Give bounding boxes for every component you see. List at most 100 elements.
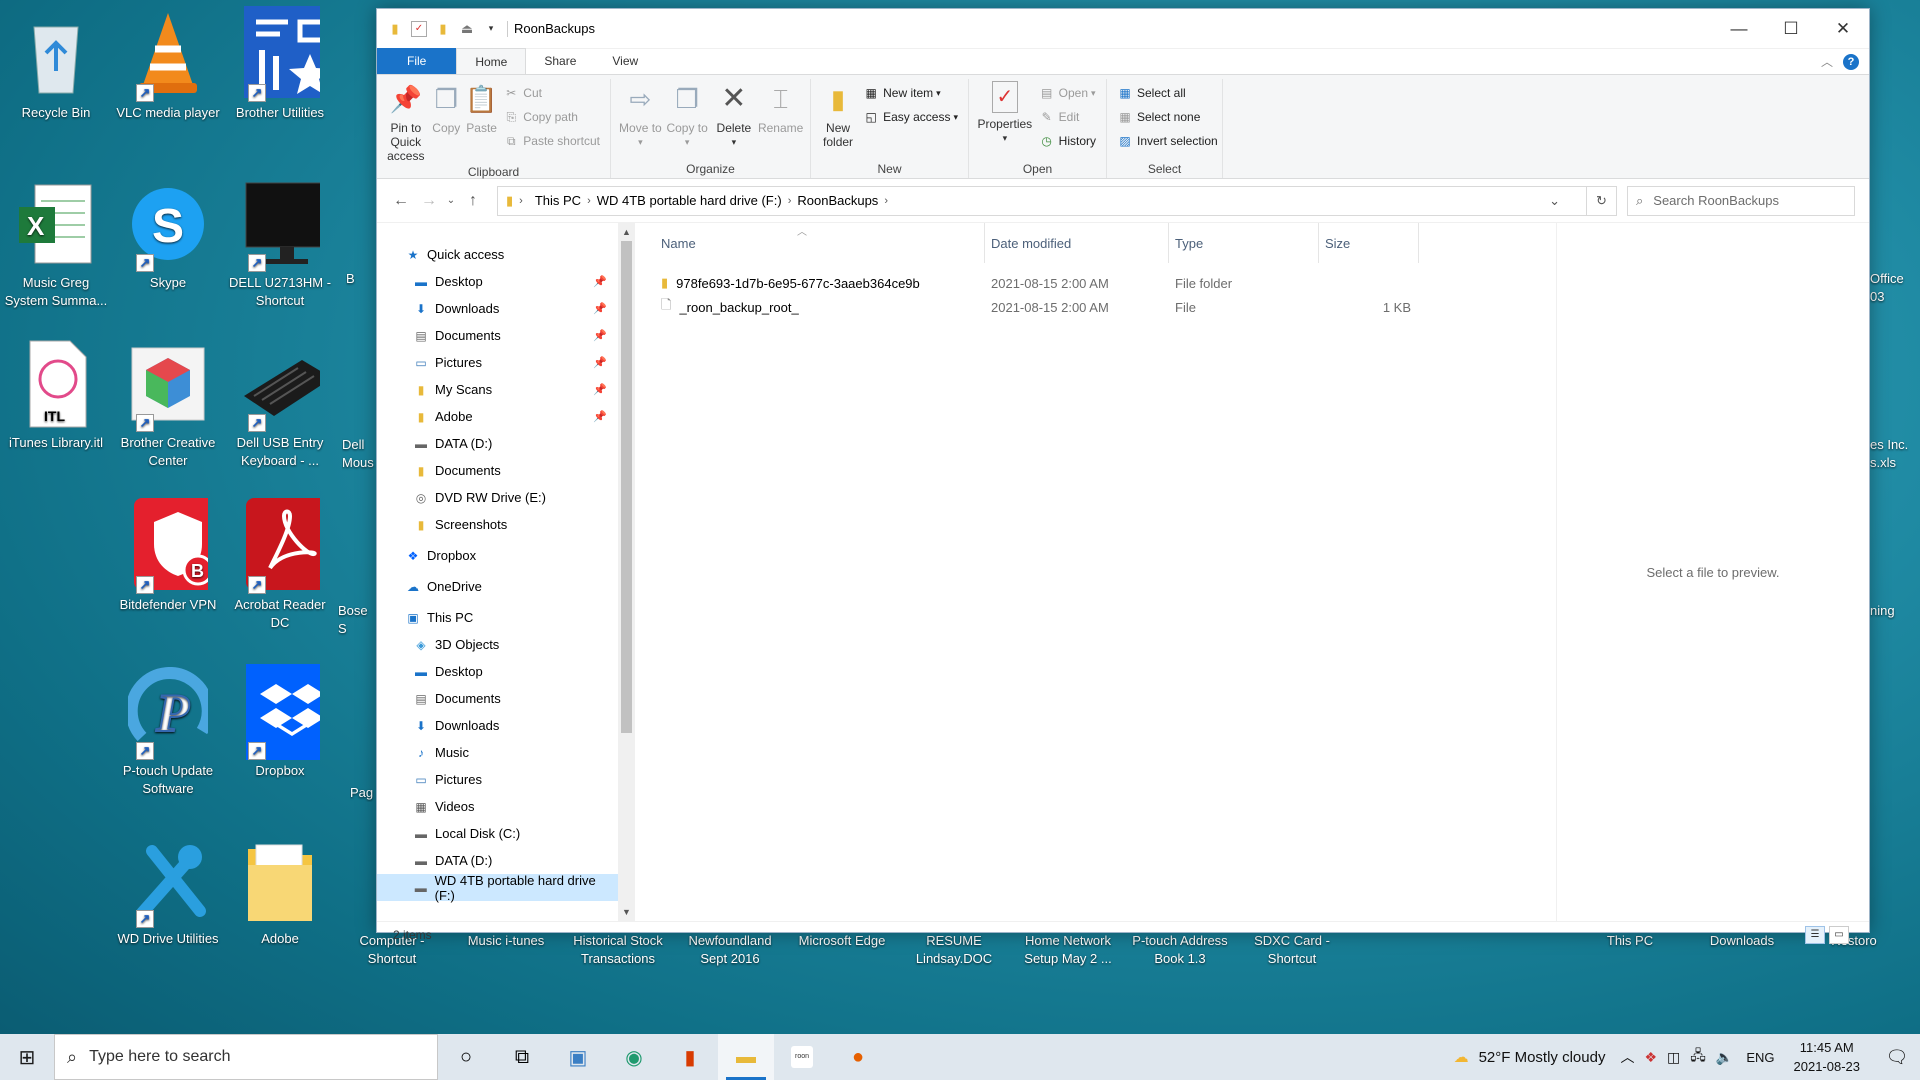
column-date-modified[interactable]: Date modified: [985, 223, 1169, 263]
nav-item[interactable]: ▭ Pictures: [377, 766, 635, 793]
easy-access-button[interactable]: ◱ Easy access ▾: [863, 107, 958, 127]
nav-item[interactable]: ☁ OneDrive: [377, 573, 635, 600]
desktop-icon-recycle-bin[interactable]: Recycle Bin: [0, 6, 112, 122]
nav-item[interactable]: ▣ This PC: [377, 604, 635, 631]
notification-icon[interactable]: 🗨: [1874, 1047, 1920, 1068]
security-icon[interactable]: ❖: [1644, 1049, 1657, 1066]
invert-selection-button[interactable]: ▨ Invert selection: [1117, 131, 1217, 151]
weather-text[interactable]: 52°F Mostly cloudy: [1479, 1049, 1606, 1066]
pin-quick-access-button[interactable]: 📌 Pin to Quick access: [383, 79, 429, 163]
chevron-right-icon[interactable]: ›: [587, 195, 591, 207]
camera-icon[interactable]: ◫: [1667, 1049, 1680, 1066]
scrollbar-thumb[interactable]: [621, 241, 632, 733]
nav-item[interactable]: ⬇ Downloads: [377, 712, 635, 739]
chevron-right-icon[interactable]: ›: [884, 195, 888, 207]
copy-path-button[interactable]: ⎘ Copy path: [503, 107, 600, 127]
file-list[interactable]: ︿ Name Date modified Type Size ▮ 978fe693…: [635, 223, 1557, 921]
details-view-button[interactable]: ☰: [1805, 926, 1825, 944]
close-button[interactable]: ✕: [1817, 9, 1869, 49]
breadcrumb[interactable]: ▮ › This PC › WD 4TB portable hard drive…: [497, 185, 1587, 216]
refresh-button[interactable]: ↻: [1587, 185, 1617, 216]
delete-button[interactable]: ✕ Delete ▾: [711, 79, 758, 149]
minimize-button[interactable]: —: [1713, 9, 1765, 49]
chevron-down-icon[interactable]: ▾: [483, 21, 499, 37]
select-none-button[interactable]: ▦ Select none: [1117, 107, 1218, 127]
pin-icon[interactable]: 📌: [593, 356, 607, 369]
desktop-icon-adobe-folder[interactable]: Adobe: [224, 832, 336, 948]
desktop-partial-label[interactable]: ning: [1870, 602, 1920, 620]
taskbar-app-network[interactable]: ▣: [550, 1034, 606, 1080]
nav-item[interactable]: ▦ Videos: [377, 793, 635, 820]
collapse-ribbon-icon[interactable]: ︿: [1821, 53, 1833, 70]
desktop-icon-dell-monitor[interactable]: ↗ DELL U2713HM - Shortcut: [224, 176, 336, 310]
copy-button[interactable]: ❐ Copy: [429, 79, 464, 135]
column-type[interactable]: Type: [1169, 223, 1319, 263]
paste-shortcut-button[interactable]: ⧉ Paste shortcut: [503, 131, 600, 151]
nav-item[interactable]: ▮ Screenshots: [377, 511, 635, 538]
maximize-button[interactable]: ☐: [1765, 9, 1817, 49]
cortana-button[interactable]: ○: [438, 1034, 494, 1080]
desktop-partial-label[interactable]: B: [346, 270, 376, 288]
taskbar-search-input[interactable]: ⌕ Type here to search: [54, 1034, 438, 1080]
back-button[interactable]: ←: [387, 187, 415, 215]
eject-icon[interactable]: ⏏: [459, 21, 475, 37]
copy-to-button[interactable]: ❐ Copy to ▾: [664, 79, 711, 149]
desktop-partial-label[interactable]: es Inc. s.xls: [1870, 436, 1920, 472]
nav-item[interactable]: ▬ Desktop: [377, 658, 635, 685]
rename-button[interactable]: ⌶ Rename: [757, 79, 804, 135]
taskbar-app-roon[interactable]: roon: [774, 1034, 830, 1080]
nav-item[interactable]: ▬ DATA (D:): [377, 430, 635, 457]
cut-button[interactable]: ✂ Cut: [503, 83, 600, 103]
desktop-icon-vlc[interactable]: ↗ VLC media player: [112, 6, 224, 122]
chevron-right-icon[interactable]: ›: [519, 195, 523, 207]
edit-button[interactable]: ✎ Edit: [1039, 107, 1096, 127]
navigation-pane[interactable]: ★ Quick access ▬ Desktop 📌 ⬇ Downloads 📌 ▤ Docume…: [377, 223, 635, 921]
new-item-button[interactable]: ▦ New item ▾: [863, 83, 958, 103]
desktop-partial-label[interactable]: Dell Mous: [342, 436, 376, 472]
desktop-icon-wd-drive-utilities[interactable]: ↗ WD Drive Utilities: [112, 832, 224, 948]
taskbar-app-firefox[interactable]: ●: [830, 1034, 886, 1080]
new-folder-quick-icon[interactable]: ▮: [435, 21, 451, 37]
task-view-button[interactable]: ⧉: [494, 1034, 550, 1080]
properties-button[interactable]: ✓ Properties ▾: [975, 79, 1035, 145]
taskbar-app-file-explorer[interactable]: ▬: [718, 1034, 774, 1080]
nav-item[interactable]: ◈ 3D Objects: [377, 631, 635, 658]
desktop-icon-dropbox[interactable]: ↗ Dropbox: [224, 664, 336, 780]
nav-item[interactable]: ♪ Music: [377, 739, 635, 766]
column-size[interactable]: Size: [1319, 223, 1419, 263]
history-button[interactable]: ◷ History: [1039, 131, 1096, 151]
desktop-partial-label[interactable]: Bose S: [338, 602, 376, 638]
taskbar-app-office[interactable]: ▮: [662, 1034, 718, 1080]
nav-item[interactable]: ▮ Documents: [377, 457, 635, 484]
taskbar-app-edge[interactable]: ◉: [606, 1034, 662, 1080]
address-dropdown-icon[interactable]: ⌄: [1549, 193, 1560, 209]
desktop-partial-label[interactable]: Office 03: [1870, 270, 1920, 306]
pin-icon[interactable]: 📌: [593, 410, 607, 423]
weather-icon[interactable]: ☁: [1454, 1048, 1469, 1066]
table-row[interactable]: ▮ 978fe693-1d7b-6e95-677c-3aaeb364ce9b 20…: [635, 271, 1556, 295]
search-input[interactable]: ⌕ Search RoonBackups: [1627, 185, 1855, 216]
nav-item[interactable]: ★ Quick access: [377, 241, 635, 268]
nav-item[interactable]: ▬ WD 4TB portable hard drive (F:): [377, 873, 635, 903]
nav-item[interactable]: ▮ My Scans 📌: [377, 376, 635, 403]
pin-icon[interactable]: 📌: [593, 329, 607, 342]
tab-share[interactable]: Share: [526, 48, 594, 74]
start-button[interactable]: ⊞: [0, 1034, 54, 1080]
desktop-icon-brother-creative[interactable]: ↗ Brother Creative Center: [112, 336, 224, 470]
tab-home[interactable]: Home: [456, 48, 527, 74]
volume-icon[interactable]: 🔈: [1716, 1049, 1733, 1066]
desktop-icon-skype[interactable]: S ↗ Skype: [112, 176, 224, 292]
pin-icon[interactable]: 📌: [593, 302, 607, 315]
network-icon[interactable]: 🖧: [1690, 1045, 1706, 1069]
language-indicator[interactable]: ENG: [1746, 1050, 1774, 1065]
tab-view[interactable]: View: [594, 48, 656, 74]
table-row[interactable]: 🗋 _roon_backup_root_ 2021-08-15 2:00 AM F…: [635, 295, 1556, 319]
tab-file[interactable]: File: [377, 48, 457, 74]
forward-button[interactable]: →: [415, 187, 443, 215]
desktop-icon-excel[interactable]: X Music Greg System Summa...: [0, 176, 112, 310]
nav-scrollbar[interactable]: ▲ ▼: [618, 223, 635, 921]
nav-item[interactable]: ◎ DVD RW Drive (E:): [377, 484, 635, 511]
large-icons-view-button[interactable]: ▭: [1829, 926, 1849, 944]
nav-item[interactable]: ▬ DATA (D:): [377, 847, 635, 874]
desktop-icon-ptouch[interactable]: P ↗ P-touch Update Software: [112, 664, 224, 798]
